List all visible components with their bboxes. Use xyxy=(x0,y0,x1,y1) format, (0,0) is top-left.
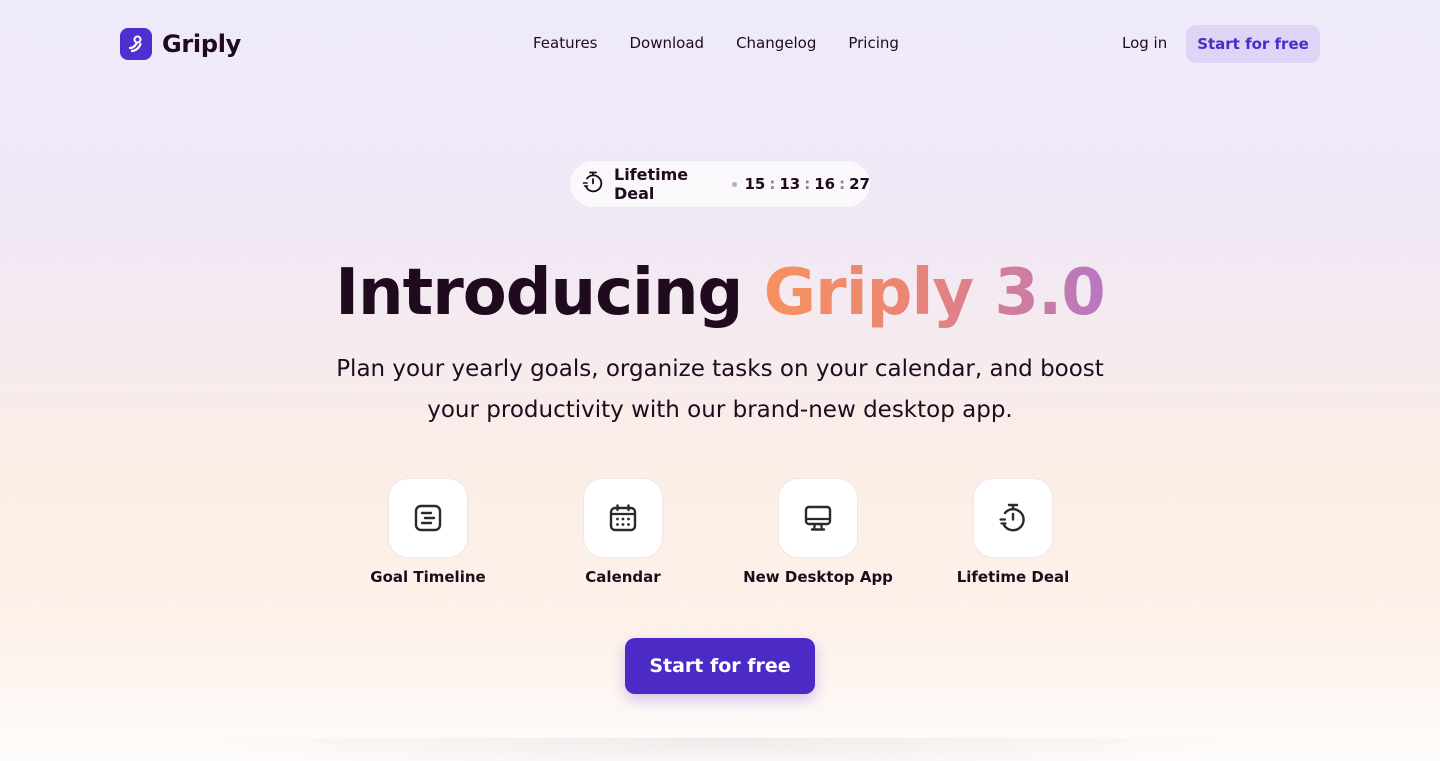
calendar-icon[interactable] xyxy=(583,478,663,558)
hero-subtitle: Plan your yearly goals, organize tasks o… xyxy=(336,356,1104,423)
timer-minutes: 16 xyxy=(814,175,836,193)
feature-label: Goal Timeline xyxy=(370,568,486,586)
timer-separator: : xyxy=(804,175,811,193)
nav-link-download[interactable]: Download xyxy=(630,34,705,52)
brand-link[interactable]: Griply xyxy=(120,28,241,60)
timer-separator: : xyxy=(839,175,846,193)
nav-link-changelog[interactable]: Changelog xyxy=(736,34,816,52)
countdown-timer: 15 : 13 : 16 : 27 xyxy=(745,175,871,193)
timeline-icon[interactable] xyxy=(388,478,468,558)
lifetime-deal-banner[interactable]: Lifetime Deal 15 : 13 : 16 : 27 xyxy=(569,160,871,208)
nav-link-pricing[interactable]: Pricing xyxy=(848,34,899,52)
griply-logo-icon xyxy=(120,28,152,60)
hero-title-highlight: Griply 3.0 xyxy=(763,256,1106,330)
feature-calendar[interactable]: Calendar xyxy=(533,478,713,586)
feature-label: Lifetime Deal xyxy=(956,568,1070,586)
stopwatch-icon[interactable] xyxy=(973,478,1053,558)
monitor-icon[interactable] xyxy=(778,478,858,558)
timer-hours: 13 xyxy=(779,175,801,193)
app-preview-shadow xyxy=(170,738,1270,761)
feature-new-desktop-app[interactable]: New Desktop App xyxy=(728,478,908,586)
timer-days: 15 xyxy=(744,175,766,193)
stopwatch-icon xyxy=(582,170,604,198)
nav-links: Features Download Changelog Pricing xyxy=(533,34,899,52)
feature-goal-timeline[interactable]: Goal Timeline xyxy=(338,478,518,586)
top-nav: Griply Features Download Changelog Prici… xyxy=(0,0,1440,88)
separator-dot xyxy=(731,181,737,187)
hero-title-prefix: Introducing xyxy=(335,256,743,330)
feature-label: Calendar xyxy=(585,568,661,586)
timer-separator: : xyxy=(769,175,776,193)
nav-link-features[interactable]: Features xyxy=(533,34,598,52)
hero-title: Introducing Griply 3.0 xyxy=(0,256,1440,330)
hero-start-free-button[interactable]: Start for free xyxy=(625,638,815,694)
deal-label: Lifetime Deal xyxy=(614,165,689,203)
brand-name: Griply xyxy=(162,30,242,58)
feature-label: New Desktop App xyxy=(743,568,893,586)
timer-seconds: 27 xyxy=(849,175,870,193)
nav-start-free-button[interactable]: Start for free xyxy=(1186,25,1320,63)
feature-lifetime-deal[interactable]: Lifetime Deal xyxy=(923,478,1103,586)
login-link[interactable]: Log in xyxy=(1122,34,1167,52)
